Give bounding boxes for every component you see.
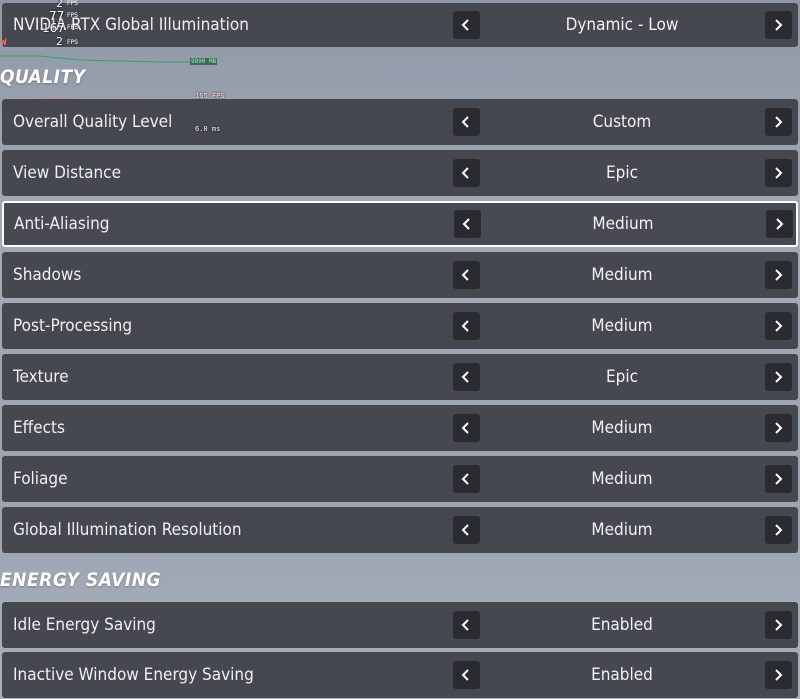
chevron-left-icon[interactable] [453, 516, 480, 544]
section-title-energy-saving: ENERGY SAVING [0, 569, 162, 591]
chevron-left-icon[interactable] [453, 611, 480, 639]
chevron-right-icon[interactable] [765, 261, 792, 289]
chevron-left-icon[interactable] [453, 465, 480, 493]
setting-row-overall-quality-level[interactable]: Overall Quality Level Custom [2, 99, 798, 145]
overlay-memory-readout: 9890 MB [190, 58, 218, 65]
setting-value: Enabled [591, 615, 653, 635]
setting-label: NVIDIA RTX Global Illumination [13, 15, 249, 35]
setting-label: Foliage [13, 469, 68, 489]
setting-value: Enabled [591, 665, 653, 685]
setting-value: Medium [591, 316, 653, 336]
setting-value: Medium [591, 265, 653, 285]
setting-row-global-illumination-resolution[interactable]: Global Illumination Resolution Medium [2, 507, 798, 553]
setting-value: Medium [591, 469, 653, 489]
setting-label: Effects [13, 418, 65, 438]
setting-row-view-distance[interactable]: View Distance Epic [2, 150, 798, 196]
setting-row-rtx-gi[interactable]: NVIDIA RTX Global Illumination Dynamic -… [2, 3, 798, 47]
setting-label: Shadows [13, 265, 82, 285]
chevron-right-icon[interactable] [765, 312, 792, 340]
chevron-left-icon[interactable] [453, 159, 480, 187]
setting-row-anti-aliasing[interactable]: Anti-Aliasing Medium [2, 201, 798, 247]
setting-value: Custom [592, 112, 652, 132]
chevron-right-icon[interactable] [765, 465, 792, 493]
setting-value: Medium [592, 214, 654, 234]
setting-row-foliage[interactable]: Foliage Medium [2, 456, 798, 502]
setting-label: Post-Processing [13, 316, 133, 336]
chevron-right-icon[interactable] [765, 661, 792, 689]
chevron-right-icon[interactable] [765, 611, 792, 639]
setting-label: Overall Quality Level [13, 112, 173, 132]
chevron-right-icon[interactable] [765, 414, 792, 442]
chevron-left-icon[interactable] [453, 11, 480, 39]
chevron-left-icon[interactable] [453, 661, 480, 689]
setting-value: Epic [605, 163, 639, 183]
setting-label: View Distance [13, 163, 121, 183]
chevron-left-icon[interactable] [453, 363, 480, 391]
setting-value: Medium [591, 520, 653, 540]
setting-value: Medium [591, 418, 653, 438]
setting-row-texture[interactable]: Texture Epic [2, 354, 798, 400]
setting-row-shadows[interactable]: Shadows Medium [2, 252, 798, 298]
setting-label: Global Illumination Resolution [13, 520, 242, 540]
setting-label: Inactive Window Energy Saving [13, 665, 254, 685]
setting-label: Anti-Aliasing [14, 214, 110, 234]
chevron-left-icon[interactable] [453, 261, 480, 289]
chevron-right-icon[interactable] [765, 159, 792, 187]
setting-label: Texture [13, 367, 69, 387]
chevron-right-icon[interactable] [765, 108, 792, 136]
chevron-right-icon[interactable] [765, 363, 792, 391]
chevron-left-icon[interactable] [453, 312, 480, 340]
setting-row-post-processing[interactable]: Post-Processing Medium [2, 303, 798, 349]
chevron-right-icon[interactable] [765, 516, 792, 544]
chevron-left-icon[interactable] [453, 108, 480, 136]
chevron-left-icon[interactable] [454, 210, 481, 238]
section-title-quality: QUALITY [0, 66, 86, 88]
setting-row-inactive-window-energy-saving[interactable]: Inactive Window Energy Saving Enabled [2, 652, 798, 698]
chevron-right-icon[interactable] [766, 210, 793, 238]
setting-row-effects[interactable]: Effects Medium [2, 405, 798, 451]
setting-row-idle-energy-saving[interactable]: Idle Energy Saving Enabled [2, 602, 798, 648]
chevron-left-icon[interactable] [453, 414, 480, 442]
setting-label: Idle Energy Saving [13, 615, 156, 635]
chevron-right-icon[interactable] [765, 11, 792, 39]
setting-value: Dynamic - Low [565, 15, 679, 35]
setting-value: Epic [605, 367, 639, 387]
